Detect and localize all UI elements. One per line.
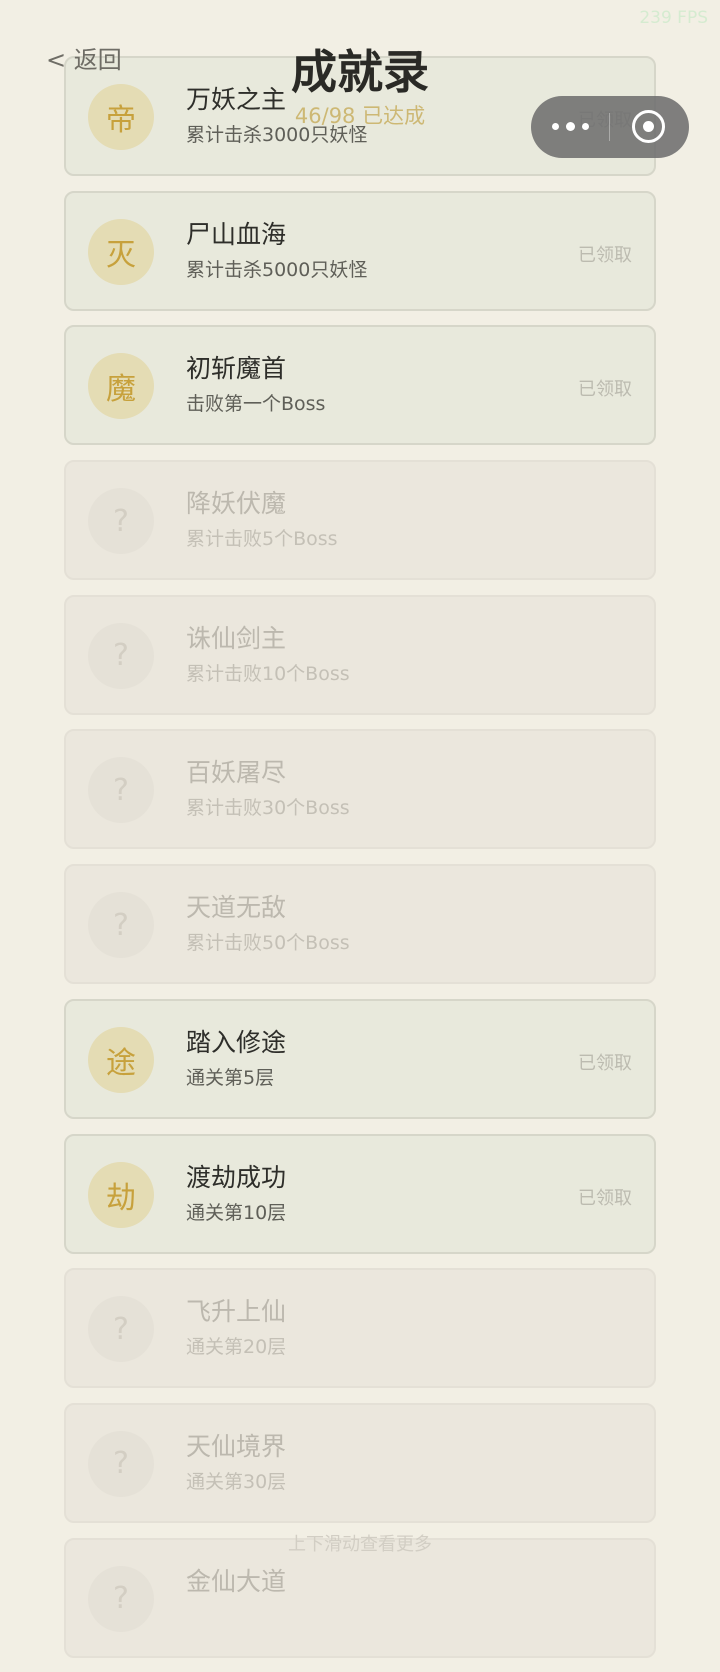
achievement-card[interactable]: ? 降妖伏魔累计击败5个Boss — [64, 460, 656, 581]
close-mini-program-button[interactable] — [610, 96, 689, 158]
achievement-badge: 途 — [88, 1026, 154, 1093]
achievement-title: 初斩魔首 — [186, 354, 287, 384]
more-dot — [582, 123, 589, 130]
claimed-status: 已领取 — [578, 1187, 632, 1209]
claimed-status: 已领取 — [578, 244, 632, 266]
claimed-status: 已领取 — [578, 379, 632, 401]
achievement-card[interactable]: ? 诛仙剑主累计击败10个Boss — [64, 594, 656, 715]
achievement-description: 累计击败30个Boss — [186, 797, 350, 820]
locked-badge-icon: ? — [88, 892, 154, 959]
achievement-card[interactable]: ? 天仙境界通关第30层 — [64, 1402, 656, 1523]
target-icon-dot — [643, 121, 654, 132]
achievement-card[interactable]: ? 百妖屠尽累计击败30个Boss — [64, 729, 656, 850]
achievement-description: 通关第5层 — [186, 1066, 275, 1089]
achievement-title: 降妖伏魔 — [186, 489, 287, 519]
achievement-badge: 魔 — [88, 353, 154, 420]
locked-badge-icon: ? — [88, 1430, 154, 1497]
achievement-card[interactable]: 灭 尸山血海累计击杀5000只妖怪 已领取 — [64, 190, 656, 311]
achievement-card[interactable]: 劫 渡劫成功通关第10层 已领取 — [64, 1133, 656, 1254]
achievement-description: 通关第30层 — [186, 1470, 287, 1493]
achievement-description: 通关第20层 — [186, 1336, 287, 1359]
achievement-title: 踏入修途 — [186, 1027, 287, 1057]
achievement-badge: 灭 — [88, 218, 154, 285]
fps-counter: 239 FPS — [639, 8, 708, 28]
achievement-title: 飞升上仙 — [186, 1297, 287, 1327]
achievement-description: 击败第一个Boss — [186, 393, 326, 416]
locked-badge-icon: ? — [88, 757, 154, 824]
achievement-description: 累计击杀5000只妖怪 — [186, 258, 368, 281]
achievement-card[interactable]: 途 踏入修途通关第5层 已领取 — [64, 998, 656, 1119]
achievement-title: 百妖屠尽 — [186, 758, 287, 788]
achievement-card[interactable]: ? 飞升上仙通关第20层 — [64, 1268, 656, 1389]
achievement-description: 累计击败10个Boss — [186, 662, 350, 685]
achievement-title: 金仙大道 — [186, 1566, 287, 1596]
locked-badge-icon: ? — [88, 622, 154, 689]
scroll-hint: 上下滑动查看更多 — [288, 1534, 432, 1555]
achievement-title: 渡劫成功 — [186, 1162, 287, 1192]
more-dot — [552, 123, 559, 130]
achievement-list[interactable]: 帝万妖之主累计击杀3000只妖怪已领取灭尸山血海累计击杀5000只妖怪已领取魔初… — [64, 56, 656, 1672]
achievement-title: 天道无敌 — [186, 893, 287, 923]
achievement-title: 尸山血海 — [186, 219, 287, 249]
locked-badge-icon: ? — [88, 1565, 154, 1632]
achievement-description: 累计击败50个Boss — [186, 932, 350, 955]
page-title: 成就录 — [291, 45, 429, 99]
claimed-status: 已领取 — [578, 1052, 632, 1074]
more-dot — [566, 122, 575, 131]
achievement-badge: 劫 — [88, 1161, 154, 1228]
achievement-description: 累计击败5个Boss — [186, 528, 338, 551]
achievement-card[interactable]: 魔 初斩魔首击败第一个Boss 已领取 — [64, 325, 656, 446]
achievement-description: 通关第10层 — [186, 1201, 287, 1224]
achievement-title: 天仙境界 — [186, 1431, 287, 1461]
locked-badge-icon: ? — [88, 488, 154, 555]
achievement-card[interactable]: ? 天道无敌累计击败50个Boss — [64, 864, 656, 985]
locked-badge-icon: ? — [88, 1296, 154, 1363]
achievement-title: 诛仙剑主 — [186, 623, 287, 653]
mini-program-capsule — [531, 96, 689, 158]
more-options-button[interactable] — [531, 96, 609, 158]
